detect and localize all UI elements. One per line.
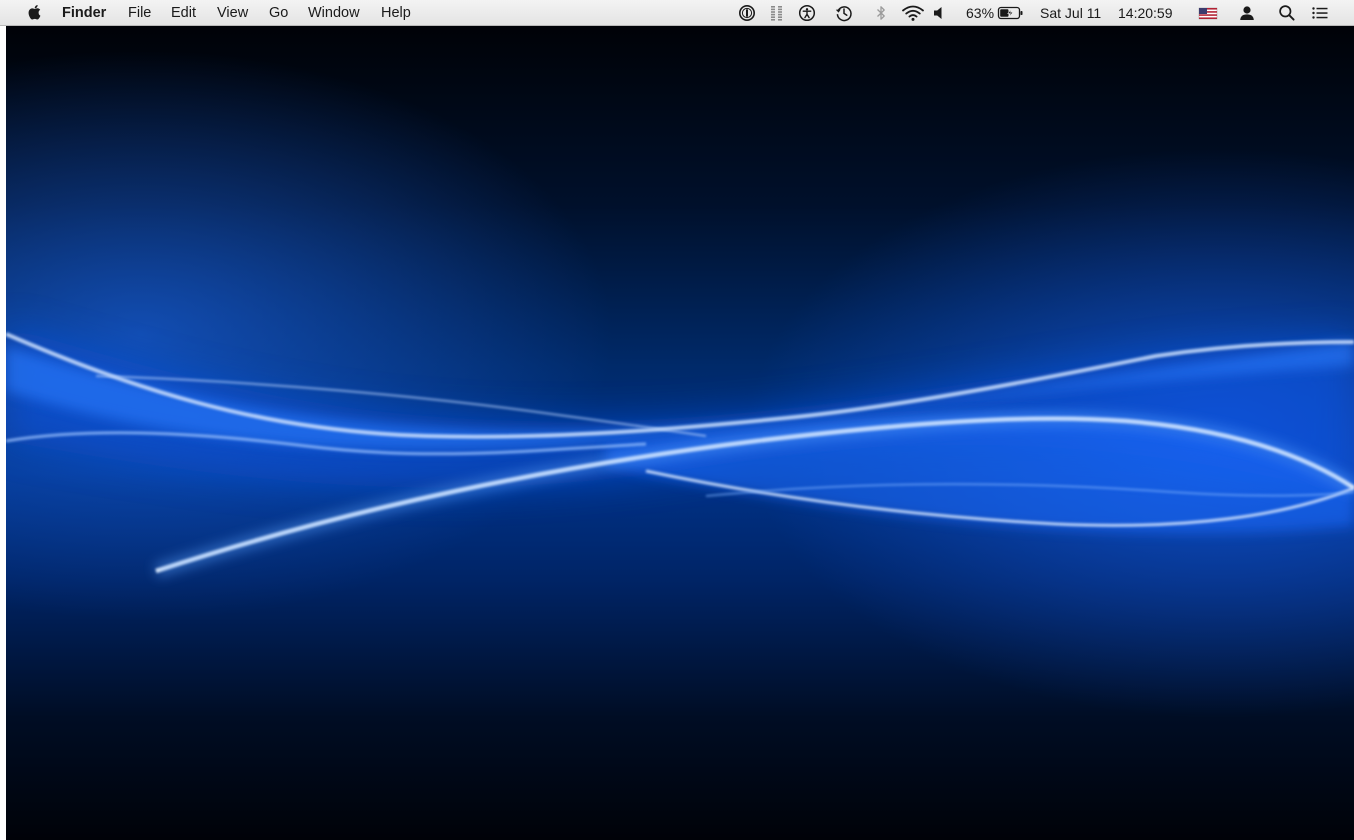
desktop[interactable] [6, 26, 1354, 840]
equalizer-icon[interactable] [767, 3, 787, 23]
menu-window[interactable]: Window [308, 0, 360, 25]
bluetooth-icon[interactable] [871, 3, 891, 23]
wallpaper [6, 26, 1354, 840]
accessibility-icon[interactable] [797, 3, 817, 23]
menu-view[interactable]: View [217, 0, 248, 25]
screen: Finder File Edit View Go Window Help 63%… [0, 0, 1354, 840]
user-icon[interactable] [1237, 3, 1257, 23]
time-display[interactable]: 14:20:59 [1118, 0, 1173, 25]
apple-logo-icon[interactable] [25, 2, 45, 22]
battery-percentage: 63% [966, 5, 995, 21]
menu-bar: Finder File Edit View Go Window Help 63%… [0, 0, 1354, 26]
menu-help[interactable]: Help [381, 0, 411, 25]
time-machine-icon[interactable] [834, 3, 854, 23]
volume-icon[interactable] [931, 3, 951, 23]
1password-icon[interactable] [737, 3, 757, 23]
date-display[interactable]: Sat Jul 11 [1040, 0, 1101, 25]
app-menu-finder[interactable]: Finder [62, 0, 106, 25]
notification-center-icon[interactable] [1310, 3, 1330, 23]
search-icon[interactable] [1277, 3, 1297, 23]
menu-file[interactable]: File [128, 0, 151, 25]
menu-edit[interactable]: Edit [171, 0, 196, 25]
menu-go[interactable]: Go [269, 0, 288, 25]
us-flag-icon[interactable] [1197, 3, 1219, 23]
wifi-icon[interactable] [901, 3, 925, 23]
battery-charging-icon[interactable] [997, 3, 1025, 23]
